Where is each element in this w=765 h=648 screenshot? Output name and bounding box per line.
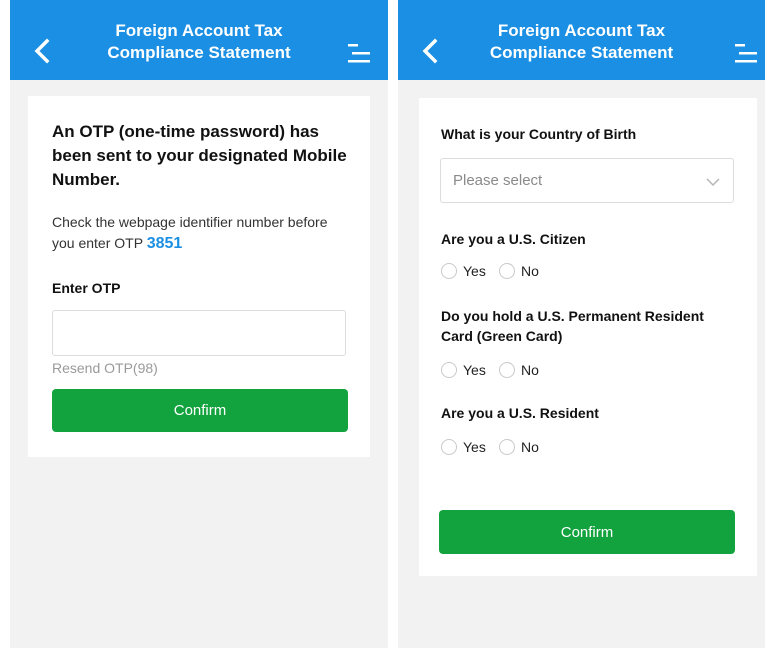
app-header: Foreign Account Tax Compliance Statement — [10, 0, 388, 80]
us-citizen-no-option[interactable]: No — [499, 261, 539, 281]
otp-note: Check the webpage identifier number befo… — [52, 212, 352, 254]
resend-otp-link[interactable]: Resend OTP(98) — [52, 360, 158, 376]
green-card-yes-option[interactable]: Yes — [441, 360, 486, 380]
page-title-line2: Compliance Statement — [107, 43, 291, 62]
chevron-left-icon[interactable] — [418, 36, 442, 66]
chevron-down-icon — [706, 178, 720, 187]
otp-heading: An OTP (one-time password) has been sent… — [52, 122, 347, 189]
app-header: Foreign Account Tax Compliance Statement — [398, 0, 765, 80]
radio-label-no: No — [521, 263, 539, 279]
confirm-button[interactable]: Confirm — [52, 389, 348, 432]
radio-button[interactable] — [499, 439, 515, 455]
page-title: Foreign Account Tax Compliance Statement — [70, 20, 328, 64]
page-title-line1: Foreign Account Tax — [497, 21, 666, 40]
country-select-placeholder: Please select — [453, 172, 543, 189]
otp-note-text: Check the webpage identifier number befo… — [52, 214, 328, 251]
radio-label-yes: Yes — [463, 439, 486, 455]
fatca-form-card: What is your Country of Birth Please sel… — [419, 98, 757, 576]
fatca-form-screen: Foreign Account Tax Compliance Statement… — [398, 0, 765, 648]
otp-input[interactable] — [52, 310, 346, 356]
radio-button[interactable] — [441, 362, 457, 378]
country-of-birth-label: What is your Country of Birth — [441, 126, 637, 142]
us-resident-yes-option[interactable]: Yes — [441, 437, 486, 457]
radio-label-yes: Yes — [463, 263, 486, 279]
us-resident-no-option[interactable]: No — [499, 437, 539, 457]
otp-input-label: Enter OTP — [52, 280, 121, 296]
confirm-button[interactable]: Confirm — [439, 510, 735, 554]
radio-button[interactable] — [441, 439, 457, 455]
menu-icon[interactable] — [733, 40, 759, 70]
country-of-birth-select[interactable]: Please select — [440, 158, 734, 203]
radio-button[interactable] — [499, 263, 515, 279]
radio-button[interactable] — [499, 362, 515, 378]
otp-screen: Foreign Account Tax Compliance Statement… — [10, 0, 388, 648]
radio-label-no: No — [521, 439, 539, 455]
us-citizen-label: Are you a U.S. Citizen — [441, 231, 586, 247]
green-card-label: Do you hold a U.S. Permanent Resident Ca… — [441, 308, 704, 344]
otp-card: An OTP (one-time password) has been sent… — [28, 96, 370, 457]
page-title-line1: Foreign Account Tax — [115, 21, 283, 40]
page-title-line2: Compliance Statement — [489, 43, 674, 62]
us-resident-label: Are you a U.S. Resident — [441, 405, 599, 421]
webpage-identifier: 3851 — [146, 235, 183, 252]
radio-label-yes: Yes — [463, 362, 486, 378]
radio-label-no: No — [521, 362, 539, 378]
chevron-left-icon[interactable] — [30, 36, 54, 66]
radio-button[interactable] — [441, 263, 457, 279]
us-citizen-yes-option[interactable]: Yes — [441, 261, 486, 281]
page-title: Foreign Account Tax Compliance Statement — [458, 20, 705, 64]
menu-icon[interactable] — [346, 40, 372, 70]
green-card-no-option[interactable]: No — [499, 360, 539, 380]
